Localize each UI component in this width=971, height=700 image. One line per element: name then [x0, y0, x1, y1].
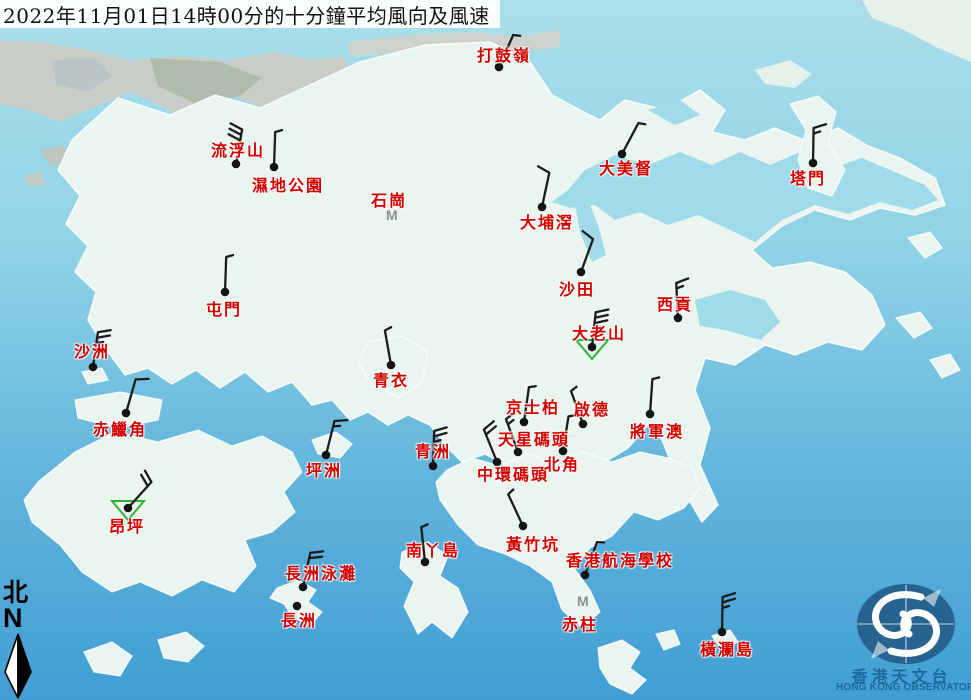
- missing-data-marker: M: [577, 593, 589, 609]
- station-dot: [588, 343, 597, 352]
- station-dot: [232, 160, 241, 169]
- station-dot: [674, 314, 683, 323]
- station-label-sha-tin: 沙田: [559, 281, 595, 298]
- station-label-tsing-yi: 青衣: [373, 372, 409, 389]
- station-label-kai-tak: 啟德: [574, 401, 610, 418]
- station-label-wetland-park: 濕地公園: [252, 177, 324, 194]
- station-label-ta-kwu-ling: 打鼓嶺: [477, 47, 531, 64]
- station-label-shek-kong: 石崗: [371, 192, 407, 209]
- station-dot: [221, 288, 230, 297]
- station-dot: [519, 522, 528, 531]
- hong-kong-map: MM: [0, 0, 971, 700]
- station-dot: [618, 150, 627, 159]
- station-dot: [124, 504, 133, 513]
- station-label-sai-kung: 西貢: [657, 296, 693, 313]
- station-dot: [718, 628, 727, 637]
- station-label-ngong-ping: 昂坪: [109, 518, 145, 535]
- station-label-waglan-island: 橫瀾島: [700, 641, 754, 658]
- station-dot: [293, 602, 302, 611]
- station-dot: [579, 420, 588, 429]
- station-dot: [322, 451, 331, 460]
- station-dot: [809, 159, 818, 168]
- compass-north-letter: N: [3, 606, 43, 631]
- station-label-green-island: 青洲: [415, 443, 451, 460]
- station-dot: [646, 410, 655, 419]
- station-label-star-ferry: 天星碼頭: [498, 431, 570, 448]
- map-title: 2022年11月01日14時00分的十分鐘平均風向及風速: [3, 0, 490, 29]
- station-stanley: M: [577, 593, 589, 609]
- station-dot: [89, 363, 98, 372]
- title-bar: 2022年11月01日14時00分的十分鐘平均風向及風速: [0, 0, 500, 28]
- station-cheung-chau: [293, 602, 302, 611]
- station-label-hk-sea-school: 香港航海學校: [566, 552, 674, 569]
- station-dot: [520, 418, 529, 427]
- hko-logo: 香港天文台 HONG KONG OBSERVATORY: [836, 580, 971, 700]
- station-label-lau-fau-shan: 流浮山: [211, 142, 265, 159]
- station-dot: [581, 571, 590, 580]
- station-dot: [299, 583, 308, 592]
- station-label-north-point: 北角: [544, 456, 580, 473]
- station-label-tates-cairn: 大老山: [572, 325, 626, 342]
- station-dot: [429, 462, 438, 471]
- station-dot: [122, 409, 131, 418]
- hko-name-english: HONG KONG OBSERVATORY: [836, 682, 971, 693]
- station-label-kings-park: 京士柏: [506, 399, 560, 416]
- station-dot: [387, 361, 396, 370]
- station-label-tap-mun: 塔門: [790, 170, 826, 187]
- station-label-stanley: 赤柱: [562, 616, 598, 633]
- station-dot: [270, 163, 279, 172]
- station-label-cheung-chau: 長洲: [281, 612, 317, 629]
- wind-map-screen: MM 流浮山濕地公園 打鼓嶺大美督大埔滘 塔門石崗沙田西貢大老山 屯門沙洲赤鱲角 青衣坪…: [0, 0, 971, 700]
- station-dot: [577, 268, 586, 277]
- station-label-tai-mei-tuk: 大美督: [599, 160, 653, 177]
- station-label-chek-lap-kok: 赤鱲角: [93, 421, 147, 438]
- station-label-cheung-chau-beach: 長洲泳灘: [285, 565, 357, 582]
- station-label-central-pier: 中環碼頭: [477, 466, 549, 483]
- compass: 北 N: [3, 580, 43, 631]
- station-label-wong-chuk-hang: 黃竹坑: [506, 536, 560, 553]
- station-label-sha-chau: 沙洲: [74, 343, 110, 360]
- station-label-tseung-kwan-o: 將軍澳: [630, 423, 684, 440]
- station-label-peng-chau: 坪洲: [306, 462, 342, 479]
- station-label-lamma-island: 南丫島: [406, 542, 460, 559]
- station-label-tai-po-kau: 大埔滘: [520, 214, 574, 231]
- station-dot: [538, 203, 547, 212]
- station-label-tuen-mun: 屯門: [206, 301, 242, 318]
